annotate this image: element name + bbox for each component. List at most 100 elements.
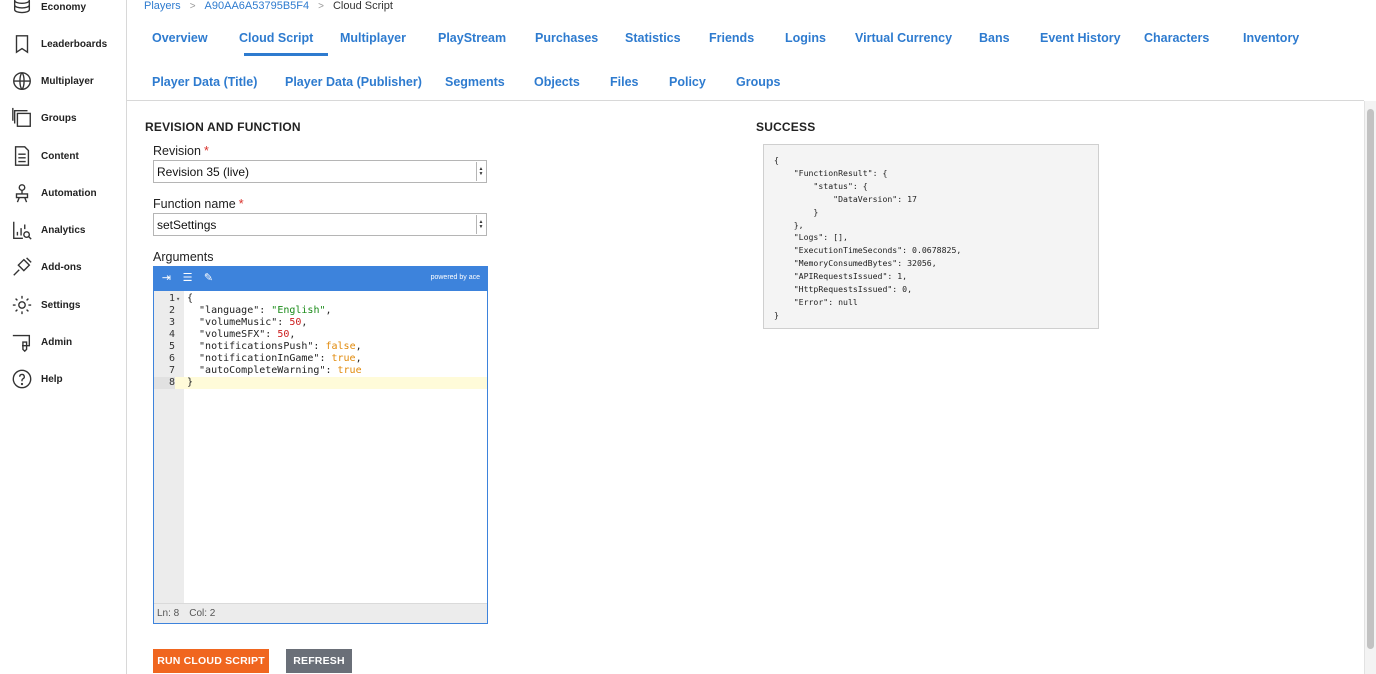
revision-selected-value: Revision 35 (live)	[157, 165, 250, 179]
sidebar-item-label: Groups	[41, 112, 77, 124]
multiplayer-icon	[10, 69, 34, 93]
sidebar-item-automation[interactable]: Automation	[0, 176, 126, 210]
tab-files[interactable]: Files	[610, 75, 639, 89]
sidebar-item-multiplayer[interactable]: Multiplayer	[0, 64, 126, 98]
content-icon	[10, 144, 34, 168]
code-line[interactable]: 2 "language": "English",	[154, 305, 487, 317]
code-line[interactable]: 3 "volumeMusic": 50,	[154, 317, 487, 329]
tab-policy[interactable]: Policy	[669, 75, 706, 89]
player-tabs: Overview Cloud Script Multiplayer PlaySt…	[127, 0, 1364, 101]
groups-icon	[10, 106, 34, 130]
cursor-line: Ln: 8	[157, 608, 180, 619]
tab-segments[interactable]: Segments	[445, 75, 505, 89]
tab-groups[interactable]: Groups	[736, 75, 780, 89]
code-text: }	[187, 377, 194, 388]
required-mark: *	[238, 197, 244, 211]
function-name-label-text: Function name	[153, 197, 236, 211]
page-scrollbar[interactable]	[1364, 101, 1376, 674]
scrollbar-thumb[interactable]	[1367, 109, 1374, 649]
indent-icon[interactable]: ⇥	[160, 272, 173, 285]
active-tab-indicator	[244, 53, 328, 56]
line-number: 1	[168, 293, 175, 304]
line-number: 6	[168, 353, 175, 364]
breadcrumb-current: Cloud Script	[332, 0, 393, 12]
code-line-active[interactable]: 8 }	[154, 377, 487, 389]
help-icon	[10, 367, 34, 391]
code-text: {	[187, 293, 194, 304]
code-line[interactable]: 1 ▾ {	[154, 293, 487, 305]
sidebar-item-settings[interactable]: Settings	[0, 288, 126, 322]
line-number: 4	[168, 329, 175, 340]
tab-multiplayer[interactable]: Multiplayer	[340, 31, 406, 45]
tab-cloud-script[interactable]: Cloud Script	[239, 31, 313, 45]
format-icon[interactable]: ☰	[181, 272, 194, 285]
result-title: SUCCESS	[756, 120, 816, 134]
automation-icon	[10, 181, 34, 205]
revision-label: Revision *	[153, 144, 209, 158]
economy-icon	[10, 0, 34, 19]
function-name-select[interactable]: setSettings ▲ ▼	[153, 213, 487, 236]
wrench-icon[interactable]: ✎	[202, 272, 215, 285]
tab-playstream[interactable]: PlayStream	[438, 31, 506, 45]
sidebar-item-leaderboards[interactable]: Leaderboards	[0, 27, 126, 61]
code-text: "volumeMusic": 50,	[187, 317, 308, 328]
sidebar-item-label: Economy	[41, 1, 87, 13]
line-number: 7	[168, 365, 175, 376]
sidebar-item-label: Analytics	[41, 224, 86, 236]
sidebar-item-economy[interactable]: Economy	[0, 0, 126, 24]
sidebar-item-label: Content	[41, 150, 79, 162]
tab-logins[interactable]: Logins	[785, 31, 826, 45]
breadcrumb: Players > A90AA6A53795B5F4 > Cloud Scrip…	[144, 0, 393, 13]
tab-purchases[interactable]: Purchases	[535, 31, 598, 45]
sidebar-item-label: Leaderboards	[41, 38, 108, 50]
select-arrows-icon: ▲ ▼	[476, 215, 485, 234]
tab-objects[interactable]: Objects	[534, 75, 580, 89]
fold-arrow-icon[interactable]: ▾	[176, 293, 180, 305]
sidebar-item-label: Automation	[41, 187, 97, 199]
tab-player-data-title[interactable]: Player Data (Title)	[152, 75, 257, 89]
tab-friends[interactable]: Friends	[709, 31, 754, 45]
sidebar-item-label: Multiplayer	[41, 75, 94, 87]
line-number: 8	[154, 377, 175, 389]
code-line[interactable]: 5 "notificationsPush": false,	[154, 341, 487, 353]
sidebar-item-help[interactable]: Help	[0, 362, 126, 396]
result-json: { "FunctionResult": { "status": { "DataV…	[774, 155, 962, 320]
sidebar: Economy Leaderboards Multiplayer Groups …	[0, 0, 127, 674]
admin-icon	[10, 330, 34, 354]
tab-characters[interactable]: Characters	[1144, 31, 1209, 45]
run-cloud-script-button[interactable]: RUN CLOUD SCRIPT	[153, 649, 269, 673]
line-number: 5	[168, 341, 175, 352]
tab-player-data-publisher[interactable]: Player Data (Publisher)	[285, 75, 422, 89]
tab-overview[interactable]: Overview	[152, 31, 208, 45]
tab-virtual-currency[interactable]: Virtual Currency	[855, 31, 952, 45]
tab-inventory[interactable]: Inventory	[1243, 31, 1299, 45]
sidebar-item-analytics[interactable]: Analytics	[0, 213, 126, 247]
sidebar-item-content[interactable]: Content	[0, 139, 126, 173]
code-line[interactable]: 4 "volumeSFX": 50,	[154, 329, 487, 341]
arguments-editor[interactable]: ⇥ ☰ ✎ powered by ace 1 ▾ { 2 "language": …	[153, 266, 488, 624]
sidebar-item-label: Admin	[41, 336, 73, 348]
leaderboards-icon	[10, 32, 34, 56]
sidebar-item-add-ons[interactable]: Add-ons	[0, 250, 126, 284]
tab-statistics[interactable]: Statistics	[625, 31, 681, 45]
editor-status-bar: Ln: 8 Col: 2	[154, 603, 487, 623]
code-line[interactable]: 7 "autoCompleteWarning": true	[154, 365, 487, 377]
breadcrumb-player-id-link[interactable]: A90AA6A53795B5F4	[205, 0, 310, 12]
select-arrows-icon: ▲ ▼	[476, 162, 485, 181]
code-text: "notificationInGame": true,	[187, 353, 362, 364]
refresh-button[interactable]: REFRESH	[286, 649, 352, 673]
code-line[interactable]: 6 "notificationInGame": true,	[154, 353, 487, 365]
sidebar-item-label: Add-ons	[41, 261, 82, 273]
arguments-label: Arguments	[153, 250, 214, 264]
revision-function-title: REVISION AND FUNCTION	[145, 120, 301, 134]
chevron-right-icon: >	[318, 0, 324, 12]
revision-label-text: Revision	[153, 144, 201, 158]
revision-select[interactable]: Revision 35 (live) ▲ ▼	[153, 160, 487, 183]
sidebar-item-groups[interactable]: Groups	[0, 101, 126, 135]
breadcrumb-players-link[interactable]: Players	[144, 0, 181, 12]
sidebar-item-admin[interactable]: Admin	[0, 325, 126, 359]
tab-bans[interactable]: Bans	[979, 31, 1010, 45]
function-name-label: Function name *	[153, 197, 244, 211]
tab-event-history[interactable]: Event History	[1040, 31, 1121, 45]
function-selected-value: setSettings	[157, 218, 217, 232]
